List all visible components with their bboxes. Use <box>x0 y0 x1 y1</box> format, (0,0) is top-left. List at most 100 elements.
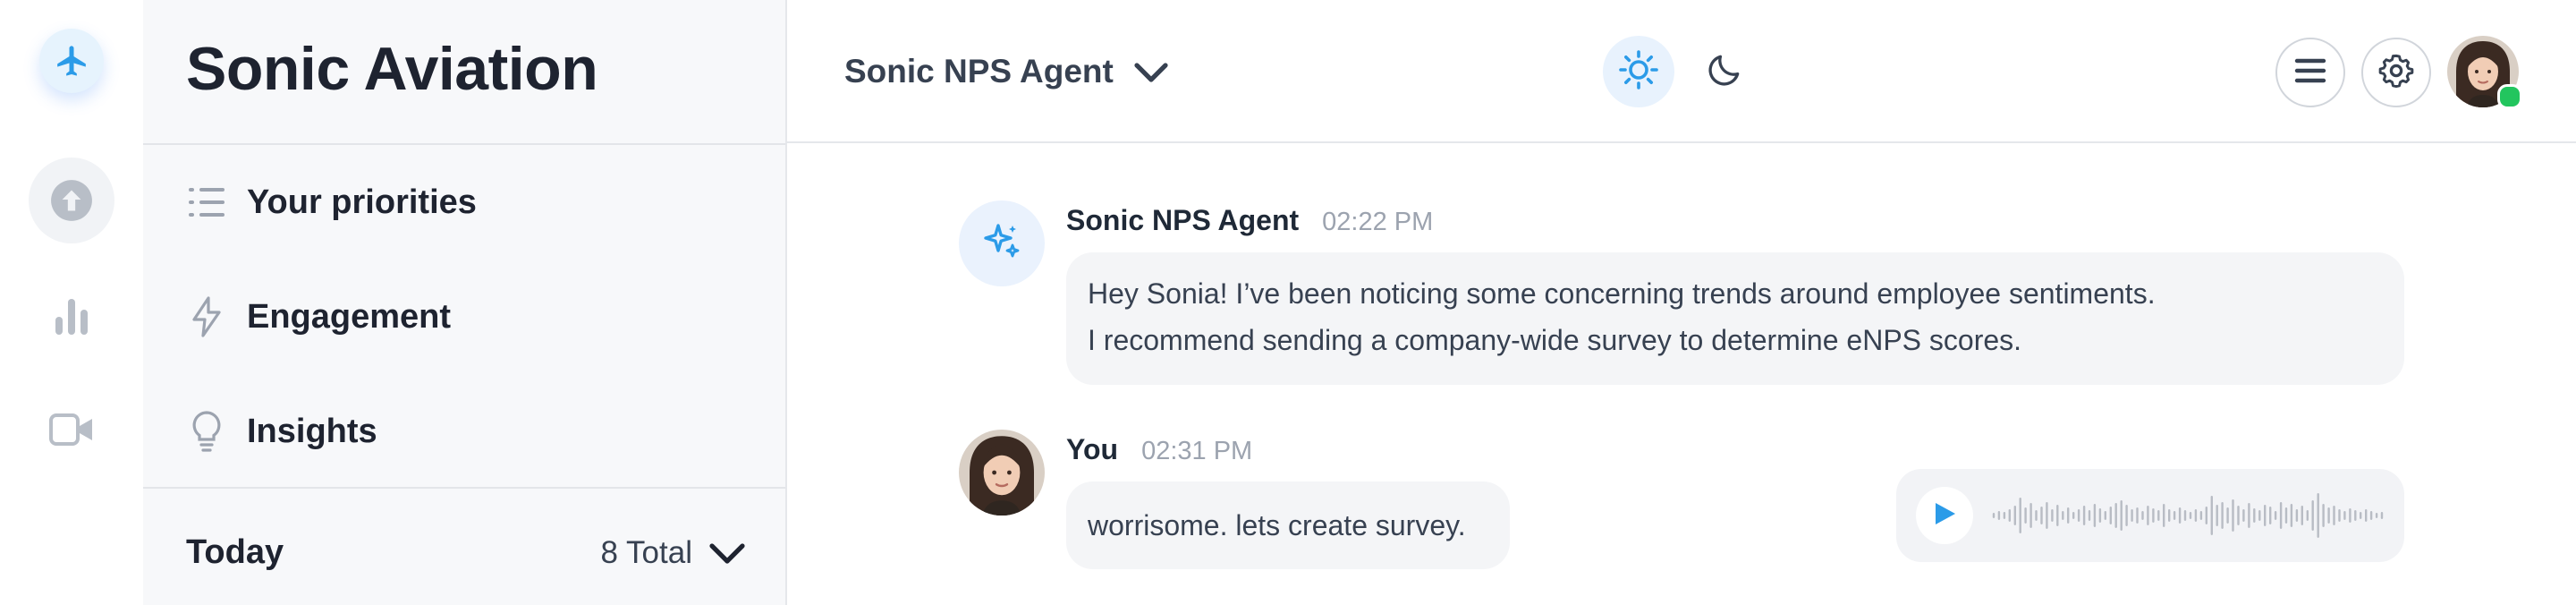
waveform-bar <box>2046 502 2048 529</box>
waveform-bar <box>2338 509 2341 522</box>
waveform-bar <box>2210 496 2213 535</box>
nav-item-insights[interactable]: Insights <box>186 399 377 464</box>
play-button[interactable] <box>1916 487 1973 544</box>
upload-icon[interactable] <box>29 158 114 243</box>
waveform-bar <box>2067 507 2070 524</box>
user-avatar-button[interactable] <box>2447 36 2522 109</box>
message-text: Hey Sonia! I’ve been noticing some conce… <box>1088 277 2156 310</box>
waveform-bar <box>2232 499 2234 532</box>
waveform-bar <box>2104 511 2106 520</box>
waveform-bar <box>2019 498 2021 533</box>
brand-title: Sonic Aviation <box>186 35 598 103</box>
waveform-bar <box>2024 507 2027 524</box>
waveform-bar <box>2279 502 2283 529</box>
chevron-down-icon[interactable] <box>708 537 746 569</box>
lightbulb-icon <box>186 411 227 452</box>
side-panel: Sonic Aviation Your priorities Engagemen… <box>143 0 787 605</box>
waveform-bar <box>2189 512 2192 519</box>
waveform-bar <box>2274 511 2277 520</box>
waveform-bar <box>2040 507 2043 524</box>
menu-button[interactable] <box>2275 38 2345 107</box>
light-mode-button[interactable] <box>1603 36 1674 107</box>
waveform-bar <box>2269 507 2272 524</box>
waveform-bar <box>2178 507 2182 524</box>
waveform-bar <box>2194 509 2198 522</box>
message-timestamp: 02:31 PM <box>1141 437 1253 465</box>
waveform-bar <box>2093 504 2097 527</box>
waveform-bar <box>2136 507 2139 524</box>
waveform-bar <box>2306 510 2309 521</box>
icon-rail <box>0 0 143 605</box>
waveform-bar <box>2349 508 2351 523</box>
waveform-bar <box>1992 513 1996 518</box>
chevron-down-icon <box>1133 58 1169 85</box>
user-avatar <box>959 430 1045 516</box>
waveform-bar <box>1997 511 2001 520</box>
dark-mode-button[interactable] <box>1689 36 1760 107</box>
nav-item-engagement[interactable]: Engagement <box>186 285 451 349</box>
nav-item-label: Your priorities <box>247 183 477 221</box>
waveform-bar <box>2264 505 2267 526</box>
waveform-bar <box>2327 507 2330 524</box>
waveform-bar <box>2237 506 2240 525</box>
waveform-bar <box>2120 500 2123 531</box>
voice-message-player[interactable] <box>1896 469 2404 562</box>
today-section[interactable]: Today 8 Total <box>143 490 785 605</box>
lightning-icon <box>186 296 227 337</box>
waveform-bar <box>2290 504 2293 527</box>
waveform-bar <box>2141 511 2144 520</box>
list-icon <box>186 182 227 223</box>
waveform-bar <box>2216 505 2218 526</box>
waveform-bar <box>2369 511 2373 520</box>
waveform-bar <box>2226 507 2229 524</box>
waveform-bar <box>2157 510 2160 521</box>
today-total-count: 8 Total <box>600 535 693 570</box>
waveform-bar <box>2242 509 2245 522</box>
waveform-bar <box>2029 503 2032 528</box>
message-author: You <box>1066 433 1119 465</box>
waveform-bar <box>2343 511 2346 520</box>
waveform-bar <box>2163 504 2165 527</box>
agent-selector[interactable]: Sonic NPS Agent <box>844 45 1169 98</box>
waveform-bar <box>2152 508 2155 523</box>
sun-icon <box>1617 48 1660 96</box>
audio-waveform <box>1992 493 2384 538</box>
video-icon[interactable] <box>29 387 114 473</box>
waveform-bar <box>2013 506 2016 525</box>
waveform-bar <box>2125 505 2128 526</box>
waveform-bar <box>2131 509 2133 522</box>
waveform-bar <box>2062 511 2064 520</box>
waveform-bar <box>2253 508 2256 523</box>
bar-chart-icon[interactable] <box>29 274 114 360</box>
play-icon <box>1932 500 1957 532</box>
waveform-bar <box>2082 506 2086 525</box>
waveform-bar <box>2088 510 2091 521</box>
waveform-bar <box>2301 506 2303 525</box>
agent-message-bubble: Hey Sonia! I’ve been noticing some conce… <box>1066 252 2404 385</box>
waveform-bar <box>2199 511 2203 520</box>
hamburger-menu-icon <box>2293 57 2327 89</box>
waveform-bar <box>2147 506 2149 525</box>
nav-item-label: Engagement <box>247 297 452 336</box>
message-header: Sonic NPS Agent 02:22 PM <box>1066 204 1433 237</box>
user-message-bubble: worrisome. lets create survey. <box>1066 481 1510 569</box>
waveform-bar <box>2380 512 2384 519</box>
waveform-bar <box>2109 507 2112 524</box>
sparkle-icon <box>980 220 1023 268</box>
moon-icon <box>1705 50 1744 94</box>
waveform-bar <box>2003 512 2006 519</box>
waveform-bar <box>2333 506 2335 525</box>
agent-name: Sonic NPS Agent <box>844 53 1114 89</box>
today-label: Today <box>186 533 284 571</box>
divider <box>143 143 785 145</box>
nav-item-your-priorities[interactable]: Your priorities <box>186 170 477 234</box>
waveform-bar <box>2114 503 2117 528</box>
message-text: worrisome. lets create survey. <box>1088 509 1466 541</box>
waveform-bar <box>2248 503 2250 528</box>
waveform-bar <box>2077 509 2080 522</box>
message-text: I recommend sending a company-wide surve… <box>1088 324 2022 356</box>
message-timestamp: 02:22 PM <box>1322 208 1434 236</box>
settings-button[interactable] <box>2361 38 2431 107</box>
airplane-icon[interactable] <box>39 29 104 93</box>
message-header: You 02:31 PM <box>1066 433 1252 466</box>
